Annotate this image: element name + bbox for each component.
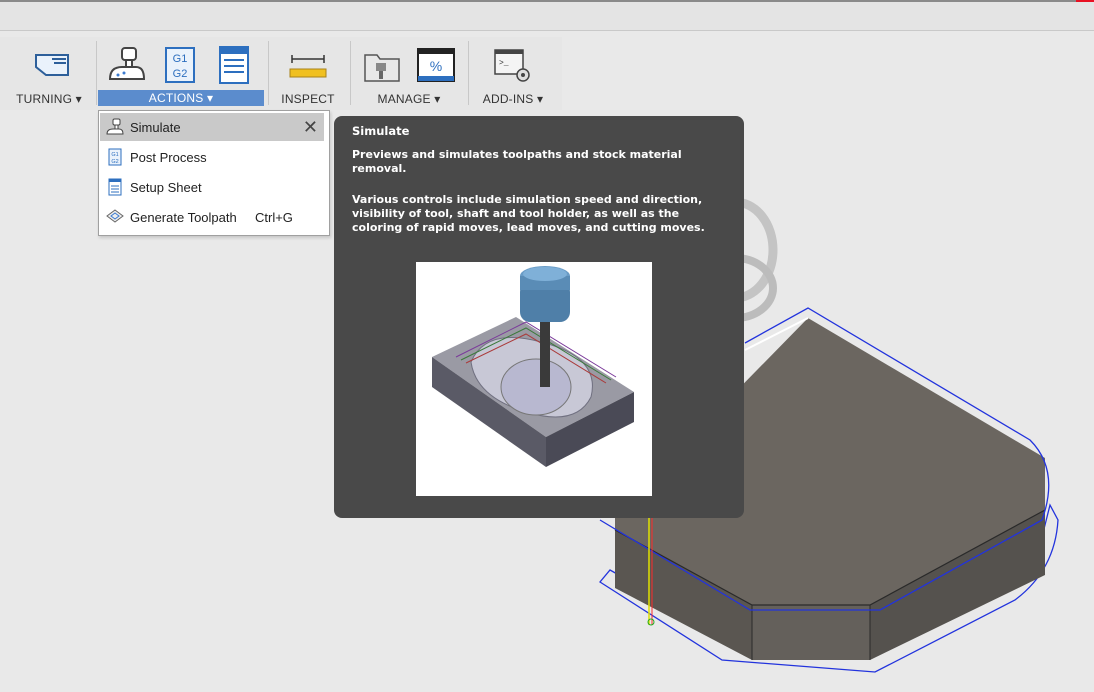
menu-item-label: Setup Sheet [130, 179, 202, 195]
setup-sheet-icon[interactable] [214, 45, 254, 85]
menu-item-label: Simulate [130, 119, 181, 135]
simulate-icon[interactable] [106, 45, 146, 85]
svg-text:G2: G2 [173, 68, 188, 80]
inspect-label: INSPECT [281, 92, 335, 106]
scripts-icon: >_ [494, 49, 530, 82]
actions-dropdown-menu: Simulate ✕ G1 G2 Post Process Setup Shee… [98, 110, 330, 236]
simulate-icon [106, 118, 124, 135]
turning-label: TURNING ▾ [16, 92, 82, 106]
generate-toolpath-icon [106, 209, 124, 223]
tooltip-details: Various controls include simulation spee… [352, 193, 705, 234]
turning-icon [35, 54, 69, 76]
menu-item-shortcut: Ctrl+G [255, 209, 293, 225]
separator [96, 41, 97, 105]
svg-text:>_: >_ [499, 59, 509, 68]
separator [268, 41, 269, 105]
menu-item-label: Generate Toolpath [130, 209, 237, 225]
add-ins-label: ADD-INS ▾ [482, 92, 544, 106]
separator [350, 41, 351, 105]
menu-item-label: Post Process [130, 149, 207, 165]
group-turning[interactable]: TURNING ▾ [8, 37, 90, 110]
ruler-icon [289, 55, 327, 78]
svg-text:G1: G1 [111, 152, 118, 158]
svg-text:G1: G1 [173, 53, 188, 65]
group-add-ins[interactable]: >_ ADD-INS ▾ [472, 37, 554, 110]
menu-item-generate-toolpath[interactable]: Generate Toolpath Ctrl+G [100, 203, 324, 231]
tooltip-illustration [416, 262, 652, 496]
close-icon[interactable]: ✕ [303, 117, 318, 138]
stock-front-face [752, 605, 870, 660]
separator [468, 41, 469, 105]
simulation-illustration [432, 266, 634, 467]
group-manage[interactable]: % MANAGE ▾ [354, 37, 464, 110]
group-inspect[interactable]: INSPECT [272, 37, 344, 110]
group-actions[interactable]: G1 G2 ACTIONS ▾ [98, 37, 264, 110]
actions-label: ACTIONS ▾ [98, 90, 264, 106]
svg-text:%: % [430, 58, 442, 74]
tool-library-icon[interactable] [362, 45, 402, 85]
tooltip-summary: Previews and simulates toolpaths and sto… [352, 148, 682, 175]
tooltip-title: Simulate [352, 124, 410, 138]
post-process-icon: G1 G2 [108, 148, 122, 166]
svg-text:G2: G2 [111, 159, 118, 165]
menu-item-setup-sheet[interactable]: Setup Sheet [100, 173, 324, 201]
post-process-icon[interactable]: G1 G2 [160, 45, 200, 85]
menu-item-simulate[interactable]: Simulate ✕ [100, 113, 324, 141]
ribbon-toolbar: TURNING ▾ G1 G2 ACTIONS ▾ INSPECT % MANA… [0, 37, 562, 110]
simulate-tooltip: Simulate Previews and simulates toolpath… [334, 116, 744, 518]
post-library-icon[interactable]: % [416, 45, 456, 85]
manage-label: MANAGE ▾ [377, 92, 441, 106]
menu-item-post-process[interactable]: G1 G2 Post Process [100, 143, 324, 171]
setup-sheet-icon [108, 178, 122, 196]
